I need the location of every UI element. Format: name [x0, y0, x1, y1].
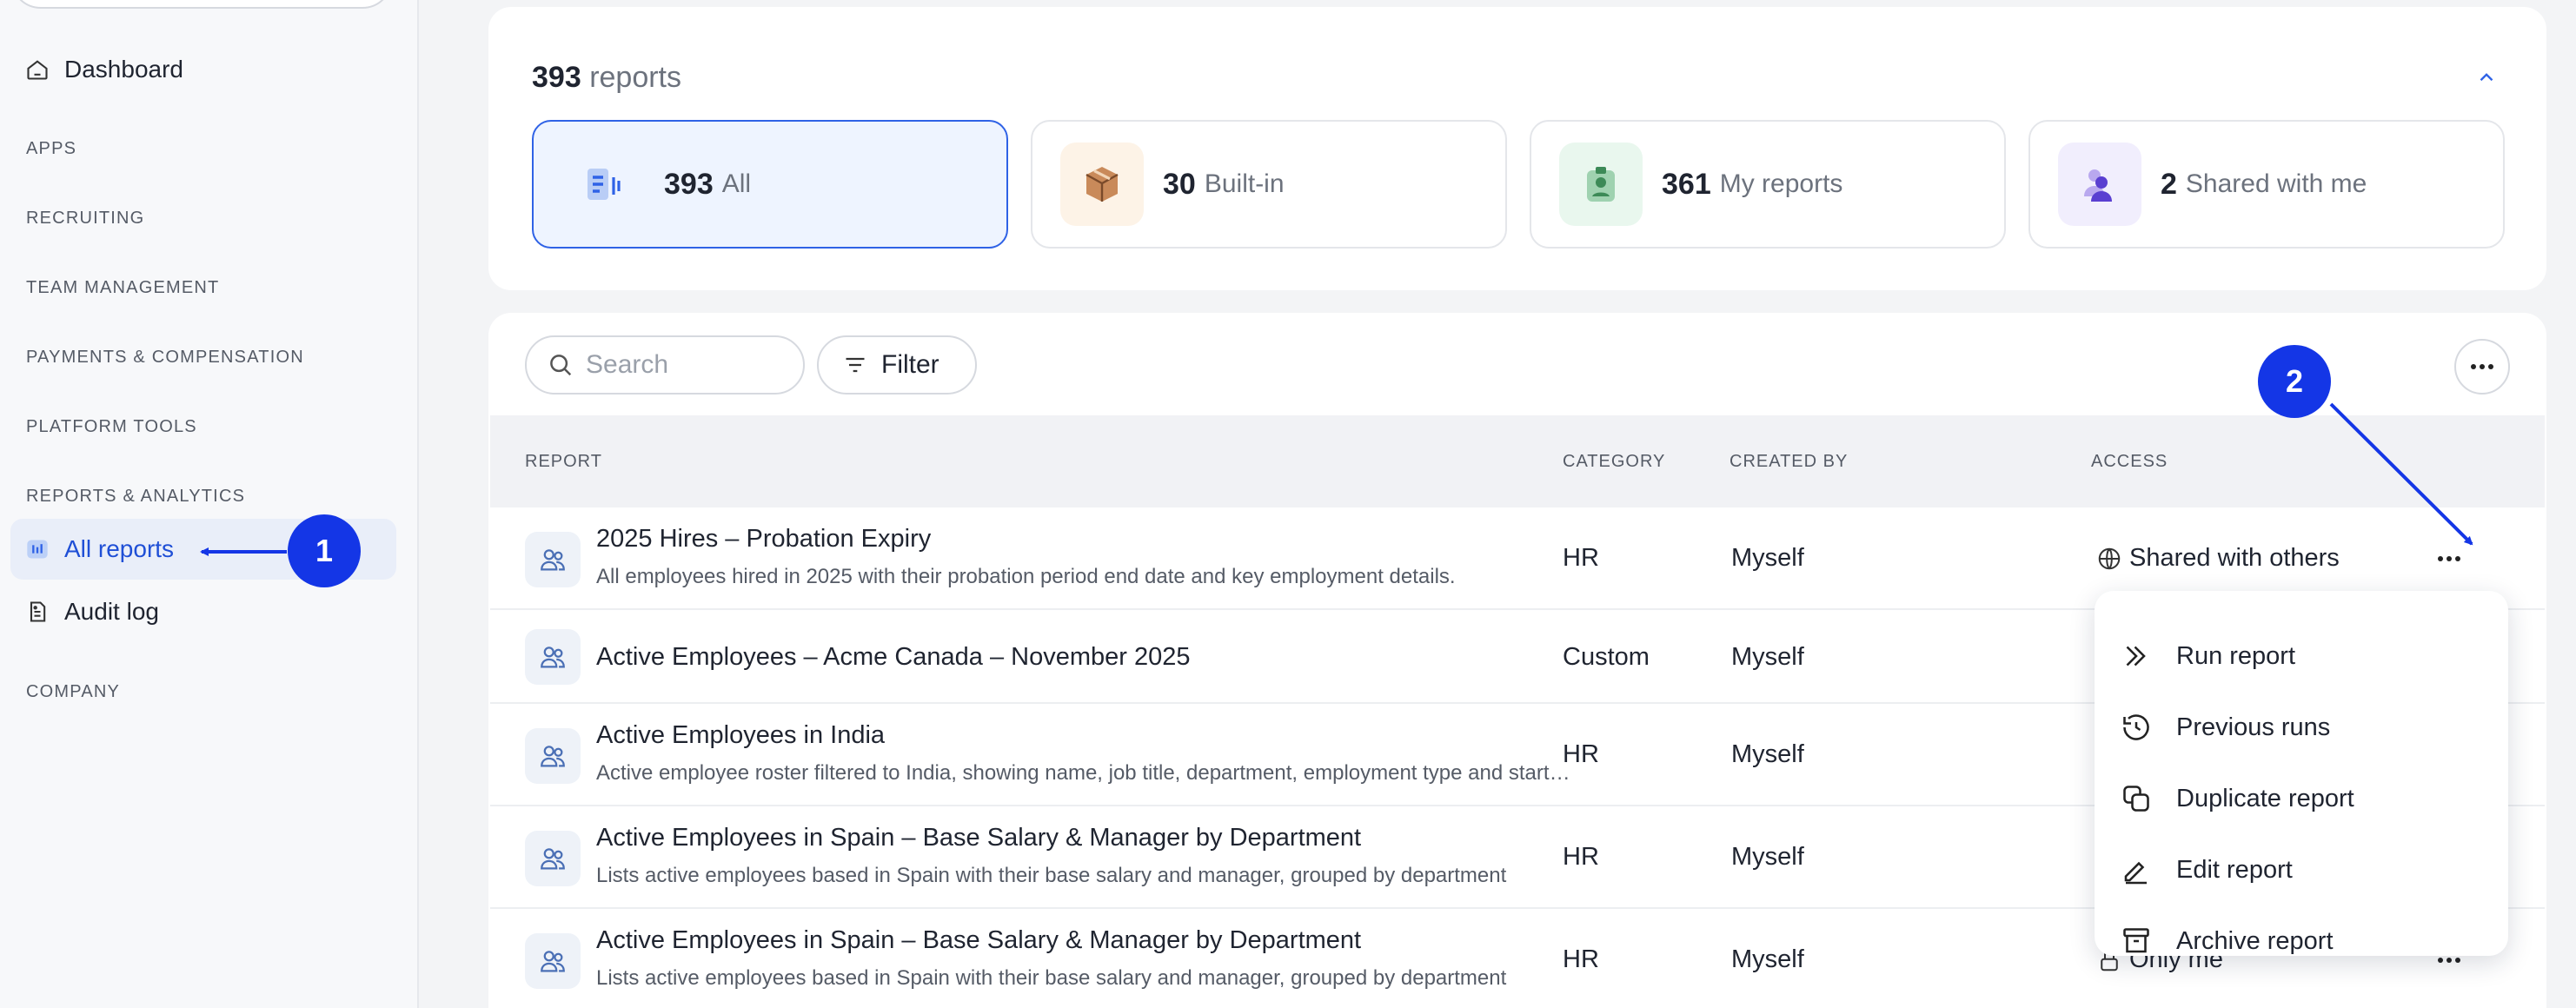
menu-item-archive-report[interactable]: Archive report	[2121, 911, 2486, 972]
history-icon	[2123, 714, 2149, 740]
callout-badge-2: 2	[2258, 345, 2331, 418]
box-icon	[1060, 143, 1144, 226]
chevron-up-icon[interactable]	[2475, 66, 2498, 89]
menu-item-label: Edit report	[2176, 855, 2293, 884]
users-icon	[525, 629, 581, 685]
report-title[interactable]: Active Employees in Spain – Base Salary …	[596, 926, 1361, 955]
filter-button[interactable]: Filter	[817, 335, 977, 395]
tile-label: Shared with me	[2185, 169, 2367, 198]
reports-count: 393	[532, 61, 581, 94]
tile-label: All	[721, 169, 752, 198]
menu-item-duplicate-report[interactable]: Duplicate report	[2121, 768, 2486, 829]
sidebar-item-label: Dashboard	[64, 56, 183, 83]
page-title: 393 reports	[532, 61, 681, 95]
filter-label: Filter	[881, 350, 939, 379]
report-created-by: Myself	[1731, 643, 1804, 671]
more-options-button[interactable]	[2454, 339, 2510, 395]
users-icon	[525, 728, 581, 784]
reports-count-label: reports	[589, 61, 682, 94]
chart-icon	[24, 536, 50, 562]
section-reports-analytics[interactable]: REPORTS & ANALYTICS	[26, 487, 245, 507]
report-title[interactable]: Active Employees – Acme Canada – Novembe…	[596, 643, 1190, 672]
section-company[interactable]: COMPANY	[26, 682, 120, 702]
report-created-by: Myself	[1731, 945, 1804, 973]
sidebar-item-audit-log[interactable]: Audit log	[10, 581, 396, 642]
section-apps[interactable]: APPS	[26, 139, 76, 159]
contact-card-icon	[1559, 143, 1643, 226]
users-icon	[525, 831, 581, 886]
row-more-button[interactable]	[2432, 546, 2466, 572]
tile-count: 393	[664, 167, 714, 201]
users-icon	[525, 933, 581, 989]
report-description: All employees hired in 2025 with their p…	[596, 565, 1456, 588]
access-label: Shared with others	[2129, 544, 2340, 572]
reports-summary-card: 393 reports 393 All 30 Built-in 361 My r…	[488, 7, 2546, 290]
menu-item-label: Archive report	[2176, 926, 2334, 955]
report-title[interactable]: 2025 Hires – Probation Expiry	[596, 525, 931, 554]
header-created-by[interactable]: CREATED BY	[1730, 452, 1848, 472]
header-category[interactable]: CATEGORY	[1563, 452, 1665, 472]
menu-item-label: Previous runs	[2176, 713, 2331, 741]
report-access: Shared with others	[2096, 544, 2340, 573]
globe-icon	[2098, 547, 2121, 569]
report-category: HR	[1563, 843, 1599, 871]
search-icon	[550, 355, 572, 376]
tile-label: Built-in	[1204, 169, 1285, 198]
report-title[interactable]: Active Employees in India	[596, 721, 885, 750]
report-created-by: Myself	[1731, 843, 1804, 871]
pencil-icon	[2124, 861, 2147, 885]
section-payments[interactable]: PAYMENTS & COMPENSATION	[26, 348, 304, 368]
sidebar-item-dashboard[interactable]: Dashboard	[10, 39, 396, 100]
report-description: Active employee roster filtered to India…	[596, 761, 1573, 785]
tile-built-in[interactable]: 30 Built-in	[1031, 120, 1507, 249]
sidebar: Dashboard APPS RECRUITING TEAM MANAGEMEN…	[0, 0, 419, 1008]
header-report[interactable]: REPORT	[525, 452, 602, 472]
menu-item-label: Run report	[2176, 641, 2296, 670]
report-category: Custom	[1563, 643, 1650, 671]
report-created-by: Myself	[1731, 740, 1804, 768]
table-header: REPORT CATEGORY CREATED BY ACCESS	[490, 415, 2545, 507]
users-icon	[2058, 143, 2141, 226]
report-category: HR	[1563, 945, 1599, 973]
menu-item-run-report[interactable]: Run report	[2121, 626, 2486, 686]
users-icon	[525, 532, 581, 587]
callout-badge-1: 1	[288, 514, 361, 587]
menu-item-label: Duplicate report	[2176, 784, 2354, 812]
document-icon	[24, 599, 50, 625]
report-category: HR	[1563, 544, 1599, 572]
tile-count: 361	[1662, 167, 1711, 201]
report-description: Lists active employees based in Spain wi…	[596, 864, 1507, 887]
report-description: Lists active employees based in Spain wi…	[596, 966, 1507, 990]
sidebar-item-label: All reports	[64, 535, 175, 562]
tile-count: 2	[2161, 167, 2177, 201]
archive-icon	[2123, 928, 2149, 953]
row-actions-menu: Run report Previous runs Duplicate repor…	[2095, 591, 2508, 956]
duplicate-icon	[2123, 786, 2149, 812]
report-created-by: Myself	[1731, 544, 1804, 572]
tile-all[interactable]: 393 All	[532, 120, 1008, 249]
sidebar-item-label: Audit log	[64, 598, 159, 625]
menu-item-edit-report[interactable]: Edit report	[2121, 839, 2486, 900]
tile-my-reports[interactable]: 361 My reports	[1530, 120, 2006, 249]
search-input[interactable]: Search	[525, 335, 805, 395]
more-horizontal-icon	[2438, 556, 2460, 561]
tile-count: 30	[1163, 167, 1196, 201]
header-access[interactable]: ACCESS	[2091, 452, 2168, 472]
section-recruiting[interactable]: RECRUITING	[26, 209, 144, 229]
section-team-management[interactable]: TEAM MANAGEMENT	[26, 278, 219, 298]
tile-label: My reports	[1719, 169, 1843, 198]
home-icon	[24, 56, 50, 83]
tile-shared-with-me[interactable]: 2 Shared with me	[2028, 120, 2505, 249]
search-placeholder: Search	[586, 350, 669, 379]
run-icon	[2126, 646, 2146, 666]
sidebar-search[interactable]	[10, 0, 393, 9]
report-title[interactable]: Active Employees in Spain – Base Salary …	[596, 824, 1361, 852]
more-horizontal-icon	[2471, 364, 2493, 369]
menu-item-previous-runs[interactable]: Previous runs	[2121, 697, 2486, 758]
section-platform-tools[interactable]: PLATFORM TOOLS	[26, 417, 197, 437]
report-icon	[561, 143, 645, 226]
filter-icon	[846, 357, 865, 373]
report-category: HR	[1563, 740, 1599, 768]
